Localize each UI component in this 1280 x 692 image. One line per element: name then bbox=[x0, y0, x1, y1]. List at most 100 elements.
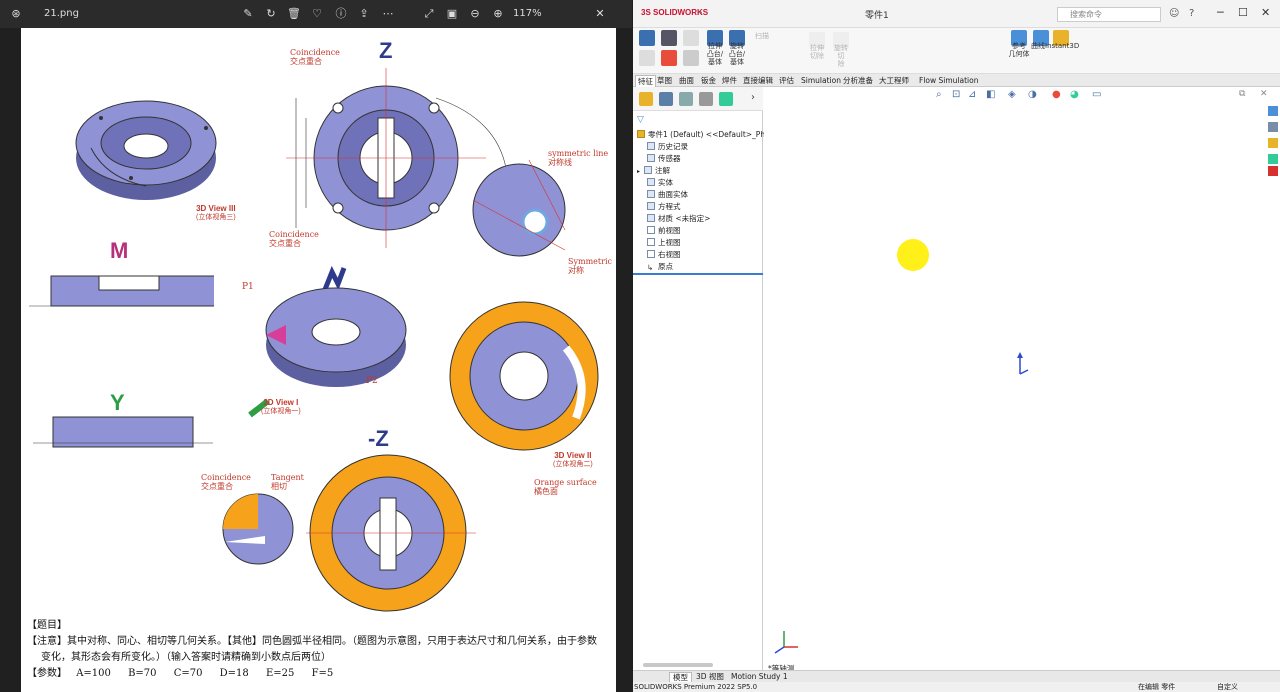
sw-titlebar: 3S SOLIDWORKS › 零件1 搜索命令 ☺ ? ─ ☐ ✕ bbox=[633, 0, 1280, 28]
zoom-fit-icon[interactable]: ⌕ bbox=[936, 89, 942, 100]
panel-scrollbar[interactable] bbox=[643, 663, 713, 667]
help-icon[interactable]: ? bbox=[1189, 8, 1194, 19]
minimize-icon[interactable]: ─ bbox=[1217, 6, 1224, 19]
graphics-area[interactable]: ⌕ ⊡ ⊿ ◧ ◈ ◑ ● ◕ ▭ ⧉ ✕ *等轴测 bbox=[764, 87, 1272, 673]
appearance-icon[interactable]: ● bbox=[1052, 89, 1061, 100]
edit-icon[interactable]: ✎ bbox=[240, 6, 256, 22]
tree-item-front-plane[interactable]: 前视图 bbox=[647, 226, 681, 236]
expand-icon[interactable]: ⤢ bbox=[421, 6, 437, 22]
part-bottom-view bbox=[306, 454, 476, 612]
param-e: E=25 bbox=[265, 668, 295, 679]
new-icon[interactable] bbox=[639, 50, 655, 66]
tree-item-equations[interactable]: 方程式 bbox=[647, 202, 681, 212]
tree-item-material[interactable]: 材质 <未指定> bbox=[647, 214, 710, 224]
extrude-cut-label[interactable]: 拉伸 切除 bbox=[805, 44, 829, 60]
p2-label: P2 bbox=[366, 376, 378, 386]
status-custom[interactable]: 自定义 bbox=[1217, 682, 1238, 692]
previous-view-icon[interactable]: ⊿ bbox=[968, 89, 976, 100]
save-icon[interactable] bbox=[661, 30, 677, 46]
tree-item-origin[interactable]: ↳ 原点 bbox=[647, 262, 673, 272]
options-icon[interactable] bbox=[683, 50, 699, 66]
share-icon[interactable]: ⇪ bbox=[356, 6, 372, 22]
delete-icon[interactable]: 🗑 bbox=[286, 6, 302, 22]
tab-sketch[interactable]: 草图 bbox=[655, 75, 674, 86]
annotation-icon bbox=[644, 166, 653, 174]
favorite-icon[interactable]: ♡ bbox=[309, 6, 325, 22]
maximize-icon[interactable]: ☐ bbox=[1238, 6, 1248, 19]
rotate-icon[interactable]: ↻ bbox=[263, 6, 279, 22]
view-orientation-icon[interactable]: ◈ bbox=[1008, 89, 1016, 100]
instant3d-label[interactable]: Instant3D bbox=[1045, 42, 1079, 50]
tree-item-annotations[interactable]: ▸ 注解 bbox=[637, 166, 670, 177]
feature-manager-icon[interactable] bbox=[639, 92, 653, 106]
zoom-in-icon[interactable]: ⊕ bbox=[490, 6, 506, 22]
tree-item-surface-bodies[interactable]: 曲面实体 bbox=[647, 190, 688, 200]
zoom-area-icon[interactable]: ⊡ bbox=[952, 89, 960, 100]
params-label: 【参数】 bbox=[27, 668, 67, 679]
close-icon[interactable]: ✕ bbox=[1261, 6, 1270, 19]
more-icon[interactable]: ⋯ bbox=[380, 6, 396, 22]
extrude-boss-label[interactable]: 拉伸 凸台/ 基体 bbox=[703, 42, 727, 66]
tab-weldments[interactable]: 焊件 bbox=[720, 75, 739, 86]
notes-heading: 【题目】 bbox=[27, 620, 67, 631]
tab-sheet-metal[interactable]: 钣金 bbox=[699, 75, 718, 86]
revolve-boss-label[interactable]: 旋转 凸台/ 基体 bbox=[725, 42, 749, 66]
param-b: B=70 bbox=[128, 668, 157, 679]
user-icon[interactable]: ☺ bbox=[1169, 8, 1179, 19]
tab-evaluate[interactable]: 评估 bbox=[777, 75, 796, 86]
design-library-icon[interactable] bbox=[1268, 122, 1278, 132]
tree-item-top-plane[interactable]: 上视图 bbox=[647, 238, 681, 248]
tree-item-solid-bodies[interactable]: 实体 bbox=[647, 178, 673, 188]
scene-icon[interactable]: ◕ bbox=[1070, 89, 1079, 100]
configuration-manager-icon[interactable] bbox=[679, 92, 693, 106]
filter-icon[interactable]: ▽ bbox=[637, 115, 644, 125]
crop-icon[interactable]: ▣ bbox=[444, 6, 460, 22]
tree-root[interactable]: 零件1 (Default) <<Default>_Photo bbox=[637, 130, 777, 140]
tab-flow-simulation[interactable]: Flow Simulation bbox=[917, 75, 980, 86]
tab-simulation[interactable]: Simulation bbox=[799, 75, 843, 86]
property-manager-icon[interactable] bbox=[659, 92, 673, 106]
curves-label[interactable]: 曲线 bbox=[1031, 42, 1045, 50]
tab-motion-study[interactable]: Motion Study 1 bbox=[728, 672, 791, 682]
info-icon[interactable]: ⓘ bbox=[333, 6, 349, 22]
search-input[interactable]: 搜索命令 bbox=[1057, 7, 1161, 22]
display-style-icon[interactable]: ◑ bbox=[1028, 89, 1037, 100]
tree-item-sensors[interactable]: 传感器 bbox=[647, 154, 681, 164]
sweep-label[interactable]: 扫描 bbox=[755, 32, 769, 40]
tab-engineer[interactable]: 大工程师 bbox=[877, 75, 911, 86]
custom-properties-icon[interactable] bbox=[1268, 166, 1278, 176]
close-doc-icon[interactable]: ✕ bbox=[1260, 89, 1268, 99]
panel-expand-icon[interactable]: › bbox=[751, 92, 755, 103]
dimxpert-icon[interactable] bbox=[699, 92, 713, 106]
section-view-icon[interactable]: ◧ bbox=[986, 89, 995, 100]
file-explorer-icon[interactable] bbox=[1268, 138, 1278, 148]
ref-geometry-label[interactable]: 参考 几何体 bbox=[1007, 42, 1031, 58]
resources-icon[interactable] bbox=[1268, 106, 1278, 116]
material-icon bbox=[647, 214, 655, 222]
origin-icon: ↳ bbox=[647, 263, 654, 272]
heads-up-view-toolbar: ⌕ ⊡ ⊿ ◧ ◈ ◑ ● ◕ ▭ bbox=[936, 89, 1126, 103]
revolve-cut-label[interactable]: 旋转 切 除 bbox=[829, 44, 853, 68]
view-settings-icon[interactable]: ▭ bbox=[1092, 89, 1101, 100]
viewer-toolbar: ⊛ 21.png ✎ ↻ 🗑 ♡ ⓘ ⇪ ⋯ ⤢ ▣ ⊖ ⊕ 117% ✕ bbox=[0, 0, 632, 28]
undo-icon[interactable] bbox=[683, 30, 699, 46]
tab-3d-views[interactable]: 3D 视图 bbox=[693, 672, 727, 682]
appearances-icon[interactable] bbox=[1268, 154, 1278, 164]
zoom-out-icon[interactable]: ⊖ bbox=[467, 6, 483, 22]
param-f: F=5 bbox=[311, 668, 334, 679]
status-version: SOLIDWORKS Premium 2022 SP5.0 bbox=[634, 683, 758, 691]
tab-direct-edit[interactable]: 直接编辑 bbox=[741, 75, 775, 86]
tab-features[interactable]: 特征 bbox=[635, 75, 656, 87]
tree-item-right-plane[interactable]: 右视图 bbox=[647, 250, 681, 260]
tree-item-history[interactable]: 历史记录 bbox=[647, 142, 688, 152]
notes-line1: 【注意】其中对称、同心、相切等几何关系。【其他】同色圆弧半径相同。（题图为示意图… bbox=[27, 636, 597, 647]
menu-expand-icon[interactable]: › bbox=[699, 8, 703, 18]
close-icon[interactable]: ✕ bbox=[592, 6, 608, 22]
tab-surfaces[interactable]: 曲面 bbox=[677, 75, 696, 86]
restore-icon[interactable]: ⧉ bbox=[1239, 89, 1245, 99]
display-manager-icon[interactable] bbox=[719, 92, 733, 106]
rebuild-icon[interactable] bbox=[661, 50, 677, 66]
command-tabs: 特征 草图 曲面 钣金 焊件 直接编辑 评估 Simulation 分析准备 大… bbox=[633, 74, 1280, 87]
home-icon[interactable] bbox=[639, 30, 655, 46]
tab-analysis-prep[interactable]: 分析准备 bbox=[841, 75, 875, 86]
